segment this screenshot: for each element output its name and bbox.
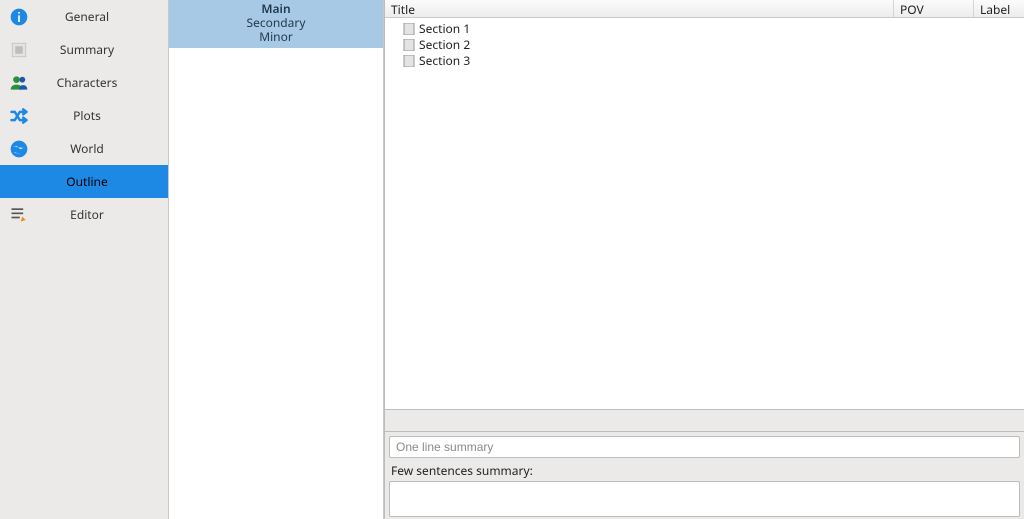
- info-icon: [8, 6, 30, 28]
- nav-general[interactable]: General: [0, 0, 168, 33]
- tree-header: Title POV Label: [385, 0, 1024, 18]
- main-area: Title POV Label Section 1 Section 2 Sect…: [384, 0, 1024, 519]
- tree-row-title: Section 3: [419, 52, 470, 69]
- few-sentences-label: Few sentences summary:: [391, 462, 1020, 479]
- outline-tree: Title POV Label Section 1 Section 2 Sect…: [385, 0, 1024, 409]
- nav-label: World: [30, 140, 168, 157]
- nav-label: Outline: [30, 173, 168, 190]
- nav-world[interactable]: World: [0, 132, 168, 165]
- tree-row[interactable]: Section 1: [385, 20, 1024, 36]
- category-header[interactable]: Main Secondary Minor: [169, 0, 383, 48]
- summary-panel: Few sentences summary:: [385, 431, 1024, 519]
- nav-label: Summary: [30, 41, 168, 58]
- category-minor: Minor: [169, 30, 383, 44]
- nav-label: Plots: [30, 107, 168, 124]
- people-icon: [8, 72, 30, 94]
- column-label[interactable]: Label: [974, 0, 1024, 17]
- column-title[interactable]: Title: [385, 0, 894, 17]
- tree-body[interactable]: Section 1 Section 2 Section 3: [385, 18, 1024, 409]
- nav-outline[interactable]: Outline: [0, 165, 168, 198]
- nav-editor[interactable]: Editor: [0, 198, 168, 231]
- few-sentences-textarea[interactable]: [389, 481, 1020, 517]
- tree-row[interactable]: Section 2: [385, 36, 1024, 52]
- globe-icon: [8, 138, 30, 160]
- edit-icon: [8, 204, 30, 226]
- document-icon: [403, 54, 415, 66]
- nav-label: Characters: [30, 74, 168, 91]
- one-line-summary-input[interactable]: [389, 436, 1020, 458]
- nav-label: General: [30, 8, 168, 25]
- square-icon: [8, 39, 30, 61]
- nav-summary[interactable]: Summary: [0, 33, 168, 66]
- category-body[interactable]: [169, 48, 383, 519]
- nav-characters[interactable]: Characters: [0, 66, 168, 99]
- blank-icon: [8, 171, 30, 193]
- document-icon: [403, 38, 415, 50]
- nav-plots[interactable]: Plots: [0, 99, 168, 132]
- splitter-band[interactable]: [385, 409, 1024, 431]
- category-column: Main Secondary Minor: [168, 0, 384, 519]
- tree-row-title: Section 1: [419, 20, 470, 37]
- shuffle-icon: [8, 105, 30, 127]
- tree-row-title: Section 2: [419, 36, 470, 53]
- nav-label: Editor: [30, 206, 168, 223]
- tree-row[interactable]: Section 3: [385, 52, 1024, 68]
- document-icon: [403, 22, 415, 34]
- sidebar: General Summary Characters Plots World: [0, 0, 168, 519]
- column-pov[interactable]: POV: [894, 0, 974, 17]
